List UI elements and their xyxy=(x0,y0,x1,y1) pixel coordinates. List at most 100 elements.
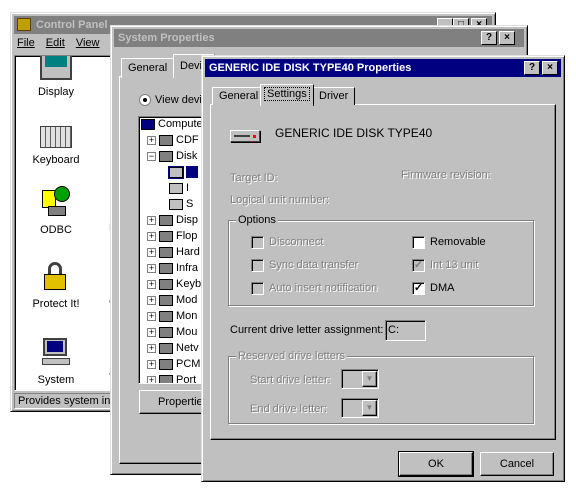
tree-row-label: Keyb xyxy=(176,278,202,290)
drive-letter-field: C: xyxy=(385,320,426,341)
tab-settings-label: Settings xyxy=(264,87,310,101)
tree-row-label: Hard xyxy=(176,246,200,258)
tree-row[interactable]: + Port xyxy=(147,372,196,383)
menu-bar: File Edit View xyxy=(17,37,99,53)
disk-drive-icon xyxy=(230,130,260,142)
expand-icon[interactable]: + xyxy=(147,295,156,305)
keyboard-icon xyxy=(40,126,72,148)
menu-view[interactable]: View xyxy=(76,37,100,49)
cp-item-protect-it[interactable]: Protect It! xyxy=(16,260,96,310)
sync-transfer-checkbox[interactable] xyxy=(251,259,264,272)
tree-row-label: PCM xyxy=(176,358,201,370)
tree-row[interactable]: + PCM xyxy=(147,356,200,372)
tree-row[interactable]: + Keyb xyxy=(147,276,201,292)
tab-settings[interactable]: Settings xyxy=(260,84,314,106)
cp-item-keyboard[interactable]: Keyboard xyxy=(16,118,96,166)
tree-row[interactable]: Compute xyxy=(141,117,203,132)
tree-row-label: Netv xyxy=(176,342,199,354)
cancel-button-label: Cancel xyxy=(499,458,535,470)
tree-row[interactable]: + Infra xyxy=(147,260,198,276)
menu-file[interactable]: File xyxy=(17,37,35,49)
tree-row[interactable]: I xyxy=(153,180,189,196)
tree-row-label: CDF xyxy=(176,134,199,146)
tree-row-label: Disk xyxy=(176,150,198,162)
collapse-icon[interactable]: − xyxy=(147,151,156,161)
tree-row[interactable]: + Mod xyxy=(147,292,197,308)
disk-properties-titlebar[interactable]: GENERIC IDE DISK TYPE40 Properties xyxy=(205,59,561,77)
int13-label: Int 13 unit xyxy=(430,259,479,271)
disconnect-checkbox[interactable] xyxy=(251,236,264,249)
cancel-button[interactable]: Cancel xyxy=(480,452,554,476)
auto-insert-checkbox[interactable] xyxy=(251,282,264,295)
view-by-type-radio[interactable]: View devic xyxy=(139,94,207,107)
removable-checkbox[interactable] xyxy=(412,236,425,249)
disk-properties-window: GENERIC IDE DISK TYPE40 Properties ? × G… xyxy=(201,55,565,482)
expand-icon[interactable]: + xyxy=(147,375,156,383)
end-drive-letter-select[interactable]: ▼ xyxy=(341,398,379,418)
expand-icon[interactable]: + xyxy=(147,311,156,321)
tree-row[interactable]: + Mou xyxy=(147,324,197,340)
disk-properties-title: GENERIC IDE DISK TYPE40 Properties xyxy=(209,62,412,74)
radio-selected-icon xyxy=(139,94,151,107)
expand-icon[interactable]: + xyxy=(147,359,156,369)
control-panel-title: Control Panel xyxy=(36,19,108,31)
tree-row-label: Flop xyxy=(176,230,198,242)
help-button[interactable]: ? xyxy=(524,61,540,75)
device-name: GENERIC IDE DISK TYPE40 xyxy=(275,126,433,140)
device-icon xyxy=(169,182,183,194)
menu-edit[interactable]: Edit xyxy=(46,37,65,49)
logical-unit-label: Logical unit number: xyxy=(230,194,330,206)
removable-label: Removable xyxy=(430,236,486,248)
tree-row[interactable]: S xyxy=(153,196,193,212)
start-drive-letter-label: Start drive letter: xyxy=(250,374,331,386)
tree-row[interactable]: + Flop xyxy=(147,228,197,244)
tab-general-label: General xyxy=(128,62,168,74)
tree-row[interactable]: + CDF xyxy=(147,132,199,148)
device-icon xyxy=(159,134,173,146)
options-group-label: Options xyxy=(236,214,278,226)
int13-checkbox[interactable]: ✓ xyxy=(412,259,425,272)
cp-item-system[interactable]: System xyxy=(16,336,96,386)
tree-row[interactable]: + Disp xyxy=(147,212,198,228)
expand-icon[interactable]: + xyxy=(147,247,156,257)
expand-icon[interactable]: + xyxy=(147,263,156,273)
dma-checkbox[interactable]: ✓ xyxy=(412,282,425,295)
system-properties-titlebar[interactable]: System Properties xyxy=(114,29,524,47)
tree-row[interactable]: + Netv xyxy=(147,340,199,356)
cp-item-odbc[interactable]: ODBC xyxy=(16,186,96,236)
tree-row[interactable] xyxy=(153,164,198,180)
expand-icon[interactable]: + xyxy=(147,327,156,337)
tab-driver-label: Driver xyxy=(319,90,349,102)
device-tree[interactable]: Compute + CDF − Disk I S + Disp + Flop + Hard + Infra +… xyxy=(138,116,208,384)
display-icon xyxy=(40,56,72,80)
cp-item-display[interactable]: Display xyxy=(16,56,96,98)
expand-icon[interactable]: + xyxy=(147,279,156,289)
auto-insert-label: Auto insert notification xyxy=(269,282,378,294)
tree-row[interactable]: − Disk xyxy=(147,148,197,164)
start-drive-letter-select[interactable]: ▼ xyxy=(341,369,379,389)
help-button[interactable]: ? xyxy=(481,31,497,45)
tab-general[interactable]: General xyxy=(121,58,175,78)
expand-icon[interactable]: + xyxy=(147,343,156,353)
device-icon xyxy=(159,342,173,354)
tab-general[interactable]: General xyxy=(212,87,266,105)
tree-row[interactable]: + Hard xyxy=(147,244,200,260)
device-icon xyxy=(159,278,173,290)
drive-letter-label: Current drive letter assignment: xyxy=(230,324,384,336)
properties-button[interactable]: Properties xyxy=(139,390,209,414)
tree-row-label: S xyxy=(186,198,194,210)
device-icon xyxy=(169,198,183,210)
close-button[interactable]: × xyxy=(499,31,515,45)
expand-icon[interactable]: + xyxy=(147,135,156,145)
device-icon xyxy=(159,374,173,383)
tree-row-label: Disp xyxy=(176,214,199,226)
ok-button[interactable]: OK xyxy=(398,451,474,477)
close-button[interactable]: × xyxy=(542,61,558,75)
tree-row-label: I xyxy=(186,182,190,194)
disconnect-label: Disconnect xyxy=(269,236,324,248)
expand-icon[interactable]: + xyxy=(147,215,156,225)
tree-row[interactable]: + Mon xyxy=(147,308,197,324)
expand-icon[interactable]: + xyxy=(147,231,156,241)
tab-driver[interactable]: Driver xyxy=(312,87,356,105)
device-icon xyxy=(159,230,173,242)
